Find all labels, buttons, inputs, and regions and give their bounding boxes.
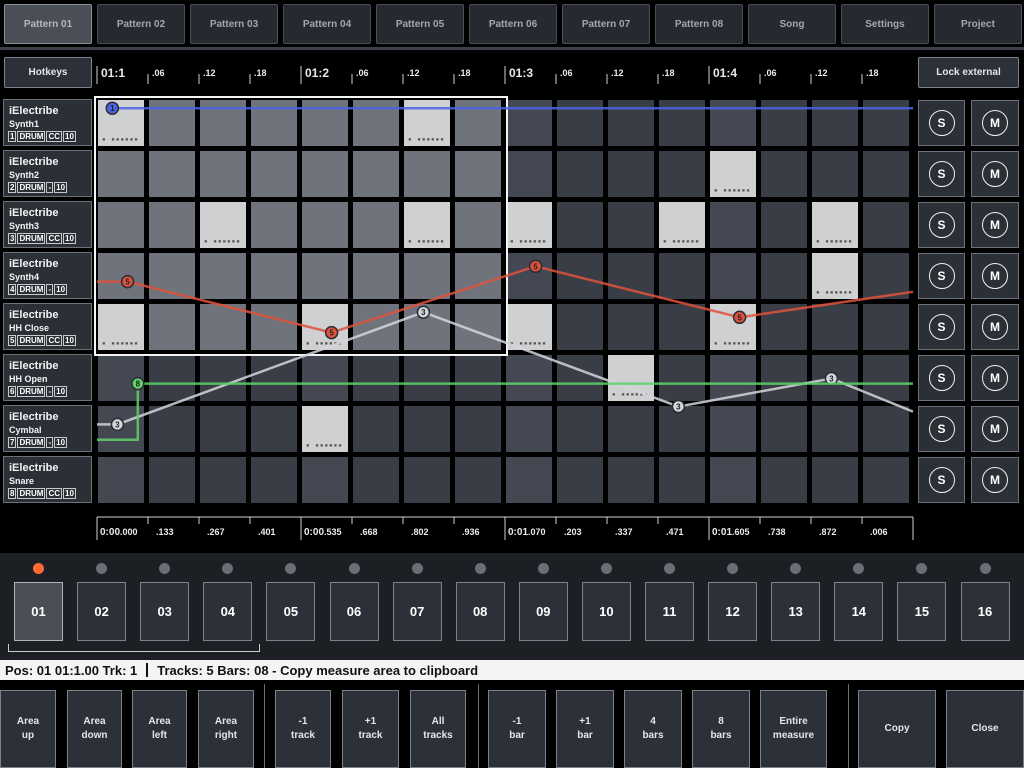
step-led-16: [979, 563, 991, 574]
step-led-10: [600, 563, 612, 574]
step-button-01[interactable]: 01: [14, 582, 63, 641]
copy-button[interactable]: Copy: [858, 690, 936, 768]
status-separator: [146, 663, 149, 677]
step-button-05[interactable]: 05: [266, 582, 316, 641]
plus-1-track-button[interactable]: +1 track: [342, 690, 399, 768]
plus-1-bar-button[interactable]: +1 bar: [556, 690, 614, 768]
step-button-06[interactable]: 06: [329, 582, 379, 641]
step-button-07[interactable]: 07: [392, 582, 442, 641]
area-up-button[interactable]: Area up: [0, 690, 56, 768]
step-button-09[interactable]: 09: [518, 582, 568, 641]
status-message: Tracks: 5 Bars: 08 - Copy measure area t…: [157, 662, 479, 678]
step-button-04[interactable]: 04: [203, 582, 253, 641]
step-button-11[interactable]: 11: [645, 582, 694, 641]
toolbar-sep-1: [264, 684, 265, 768]
status-position: Pos: 01 01:1.00 Trk: 1: [5, 662, 138, 678]
step-button-10[interactable]: 10: [581, 582, 631, 641]
status-bar: Pos: 01 01:1.00 Trk: 1 Tracks: 5 Bars: 0…: [0, 660, 1024, 680]
step-button-12[interactable]: 12: [708, 582, 758, 641]
step-led-11: [664, 563, 675, 574]
step-led-06: [348, 563, 360, 574]
minus-1-track-button[interactable]: -1 track: [275, 690, 331, 768]
step-led-07: [411, 563, 423, 574]
close-button[interactable]: Close: [946, 690, 1024, 768]
all-tracks-button[interactable]: All tracks: [410, 690, 466, 768]
step-led-01: [33, 563, 44, 574]
step-led-09: [537, 563, 549, 574]
entire-measure-button[interactable]: Entire measure: [760, 690, 827, 768]
step-button-03[interactable]: 03: [140, 582, 190, 641]
4-bars-button[interactable]: 4 bars: [624, 690, 682, 768]
area-left-button[interactable]: Area left: [132, 690, 187, 768]
bar-group-bracket: [8, 644, 260, 652]
step-button-13[interactable]: 13: [771, 582, 821, 641]
8-bars-button[interactable]: 8 bars: [692, 690, 750, 768]
toolbar-sep-3: [848, 684, 849, 768]
step-button-14[interactable]: 14: [834, 582, 884, 641]
area-right-button[interactable]: Area right: [198, 690, 254, 768]
toolbar-sep-2: [478, 684, 479, 768]
step-button-15[interactable]: 15: [897, 582, 947, 641]
step-led-08: [474, 563, 486, 574]
area-down-button[interactable]: Area down: [67, 690, 122, 768]
minus-1-bar-button[interactable]: -1 bar: [488, 690, 546, 768]
step-button-16[interactable]: 16: [960, 582, 1010, 641]
step-button-08[interactable]: 08: [455, 582, 505, 641]
step-button-02[interactable]: 02: [77, 582, 127, 641]
